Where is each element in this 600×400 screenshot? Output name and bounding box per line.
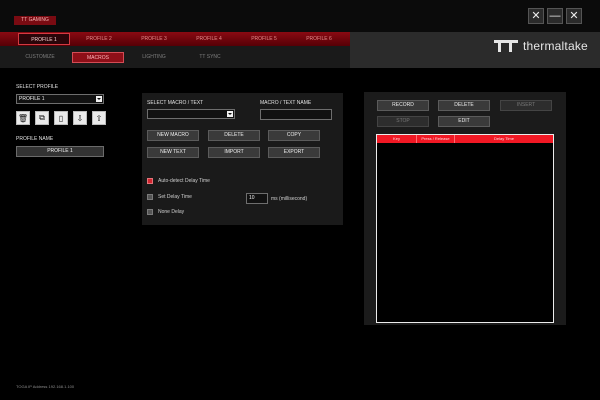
tt-logo-icon — [494, 40, 518, 52]
tab-macros[interactable]: MACROS — [72, 52, 124, 63]
auto-delay-option[interactable]: Auto-detect Delay Time — [147, 178, 210, 184]
none-delay-option[interactable]: None Delay — [147, 209, 184, 215]
tab-profile-4[interactable]: PROFILE 4 — [183, 33, 235, 45]
tab-profile-5[interactable]: PROFILE 5 — [238, 33, 290, 45]
delete-macro-button[interactable]: DELETE — [208, 130, 260, 141]
macro-events-table[interactable]: Key Press / Release Delay Time — [376, 134, 554, 323]
tab-profile-6[interactable]: PROFILE 6 — [293, 33, 345, 45]
radio-selected[interactable] — [147, 178, 153, 184]
set-delay-option[interactable]: Set Delay Time — [147, 194, 192, 200]
table-header: Key Press / Release Delay Time — [377, 135, 553, 143]
dropdown-arrow-icon — [227, 111, 233, 117]
profile-select-value: PROFILE 1 — [19, 96, 45, 102]
auto-delay-label: Auto-detect Delay Time — [158, 178, 210, 184]
close-icon[interactable]: ✕ — [566, 8, 582, 24]
col-key: Key — [377, 135, 417, 143]
delete-icon[interactable]: 🗑 — [16, 111, 30, 125]
new-macro-button[interactable]: NEW MACRO — [147, 130, 199, 141]
macro-name-input[interactable] — [260, 109, 332, 120]
col-delay-time: Delay Time — [493, 136, 514, 141]
tab-profile-2[interactable]: PROFILE 2 — [73, 33, 125, 45]
import-icon[interactable]: ⇩ — [73, 111, 87, 125]
insert-button[interactable]: INSERT — [500, 100, 552, 111]
export-icon[interactable]: ⇧ — [92, 111, 106, 125]
new-text-button[interactable]: NEW TEXT — [147, 147, 199, 158]
macro-name-label: MACRO / TEXT NAME — [260, 100, 312, 106]
stop-button[interactable]: STOP — [377, 116, 429, 127]
minimize-icon[interactable]: — — [547, 8, 563, 24]
top-bar — [0, 0, 600, 32]
edit-button[interactable]: EDIT — [438, 116, 490, 127]
record-delete-button[interactable]: DELETE — [438, 100, 490, 111]
tab-customize[interactable]: CUSTOMIZE — [14, 52, 66, 63]
macro-select[interactable] — [147, 109, 235, 119]
app-tag: TT GAMING — [14, 16, 56, 25]
select-macro-label: SELECT MACRO / TEXT — [147, 100, 204, 106]
radio-unselected[interactable] — [147, 194, 153, 200]
tab-lighting[interactable]: LIGHTING — [128, 52, 180, 63]
copy-macro-button[interactable]: COPY — [268, 130, 320, 141]
import-macro-button[interactable]: IMPORT — [208, 147, 260, 158]
set-delay-label: Set Delay Time — [158, 194, 192, 200]
radio-unselected[interactable] — [147, 209, 153, 215]
profile-name-label: PROFILE NAME — [16, 136, 54, 142]
col-press-release: Press / Release — [417, 135, 455, 143]
brand-name: thermaltake — [523, 39, 588, 53]
select-profile-label: SELECT PROFILE — [16, 84, 59, 90]
tab-profile-1[interactable]: PROFILE 1 — [18, 33, 70, 45]
tools-icon[interactable]: ✕ — [528, 8, 544, 24]
paste-icon[interactable]: ▯ — [54, 111, 68, 125]
none-delay-label: None Delay — [158, 209, 185, 215]
copy-icon[interactable]: ⧉ — [35, 111, 49, 125]
tab-tt-sync[interactable]: TT SYNC — [184, 52, 236, 63]
thermaltake-logo: thermaltake — [494, 36, 588, 56]
profile-select[interactable]: PROFILE 1 — [16, 94, 104, 104]
profile-name-field[interactable]: PROFILE 1 — [16, 146, 104, 157]
record-button[interactable]: RECORD — [377, 100, 429, 111]
ip-address-footer: TOGA IP Address 192.168.1.100 — [16, 384, 75, 389]
delay-unit-label: ms (millisecond) — [271, 196, 308, 202]
dropdown-arrow-icon — [96, 96, 102, 102]
tab-profile-3[interactable]: PROFILE 3 — [128, 33, 180, 45]
delay-input[interactable]: 10 — [246, 193, 268, 204]
export-macro-button[interactable]: EXPORT — [268, 147, 320, 158]
